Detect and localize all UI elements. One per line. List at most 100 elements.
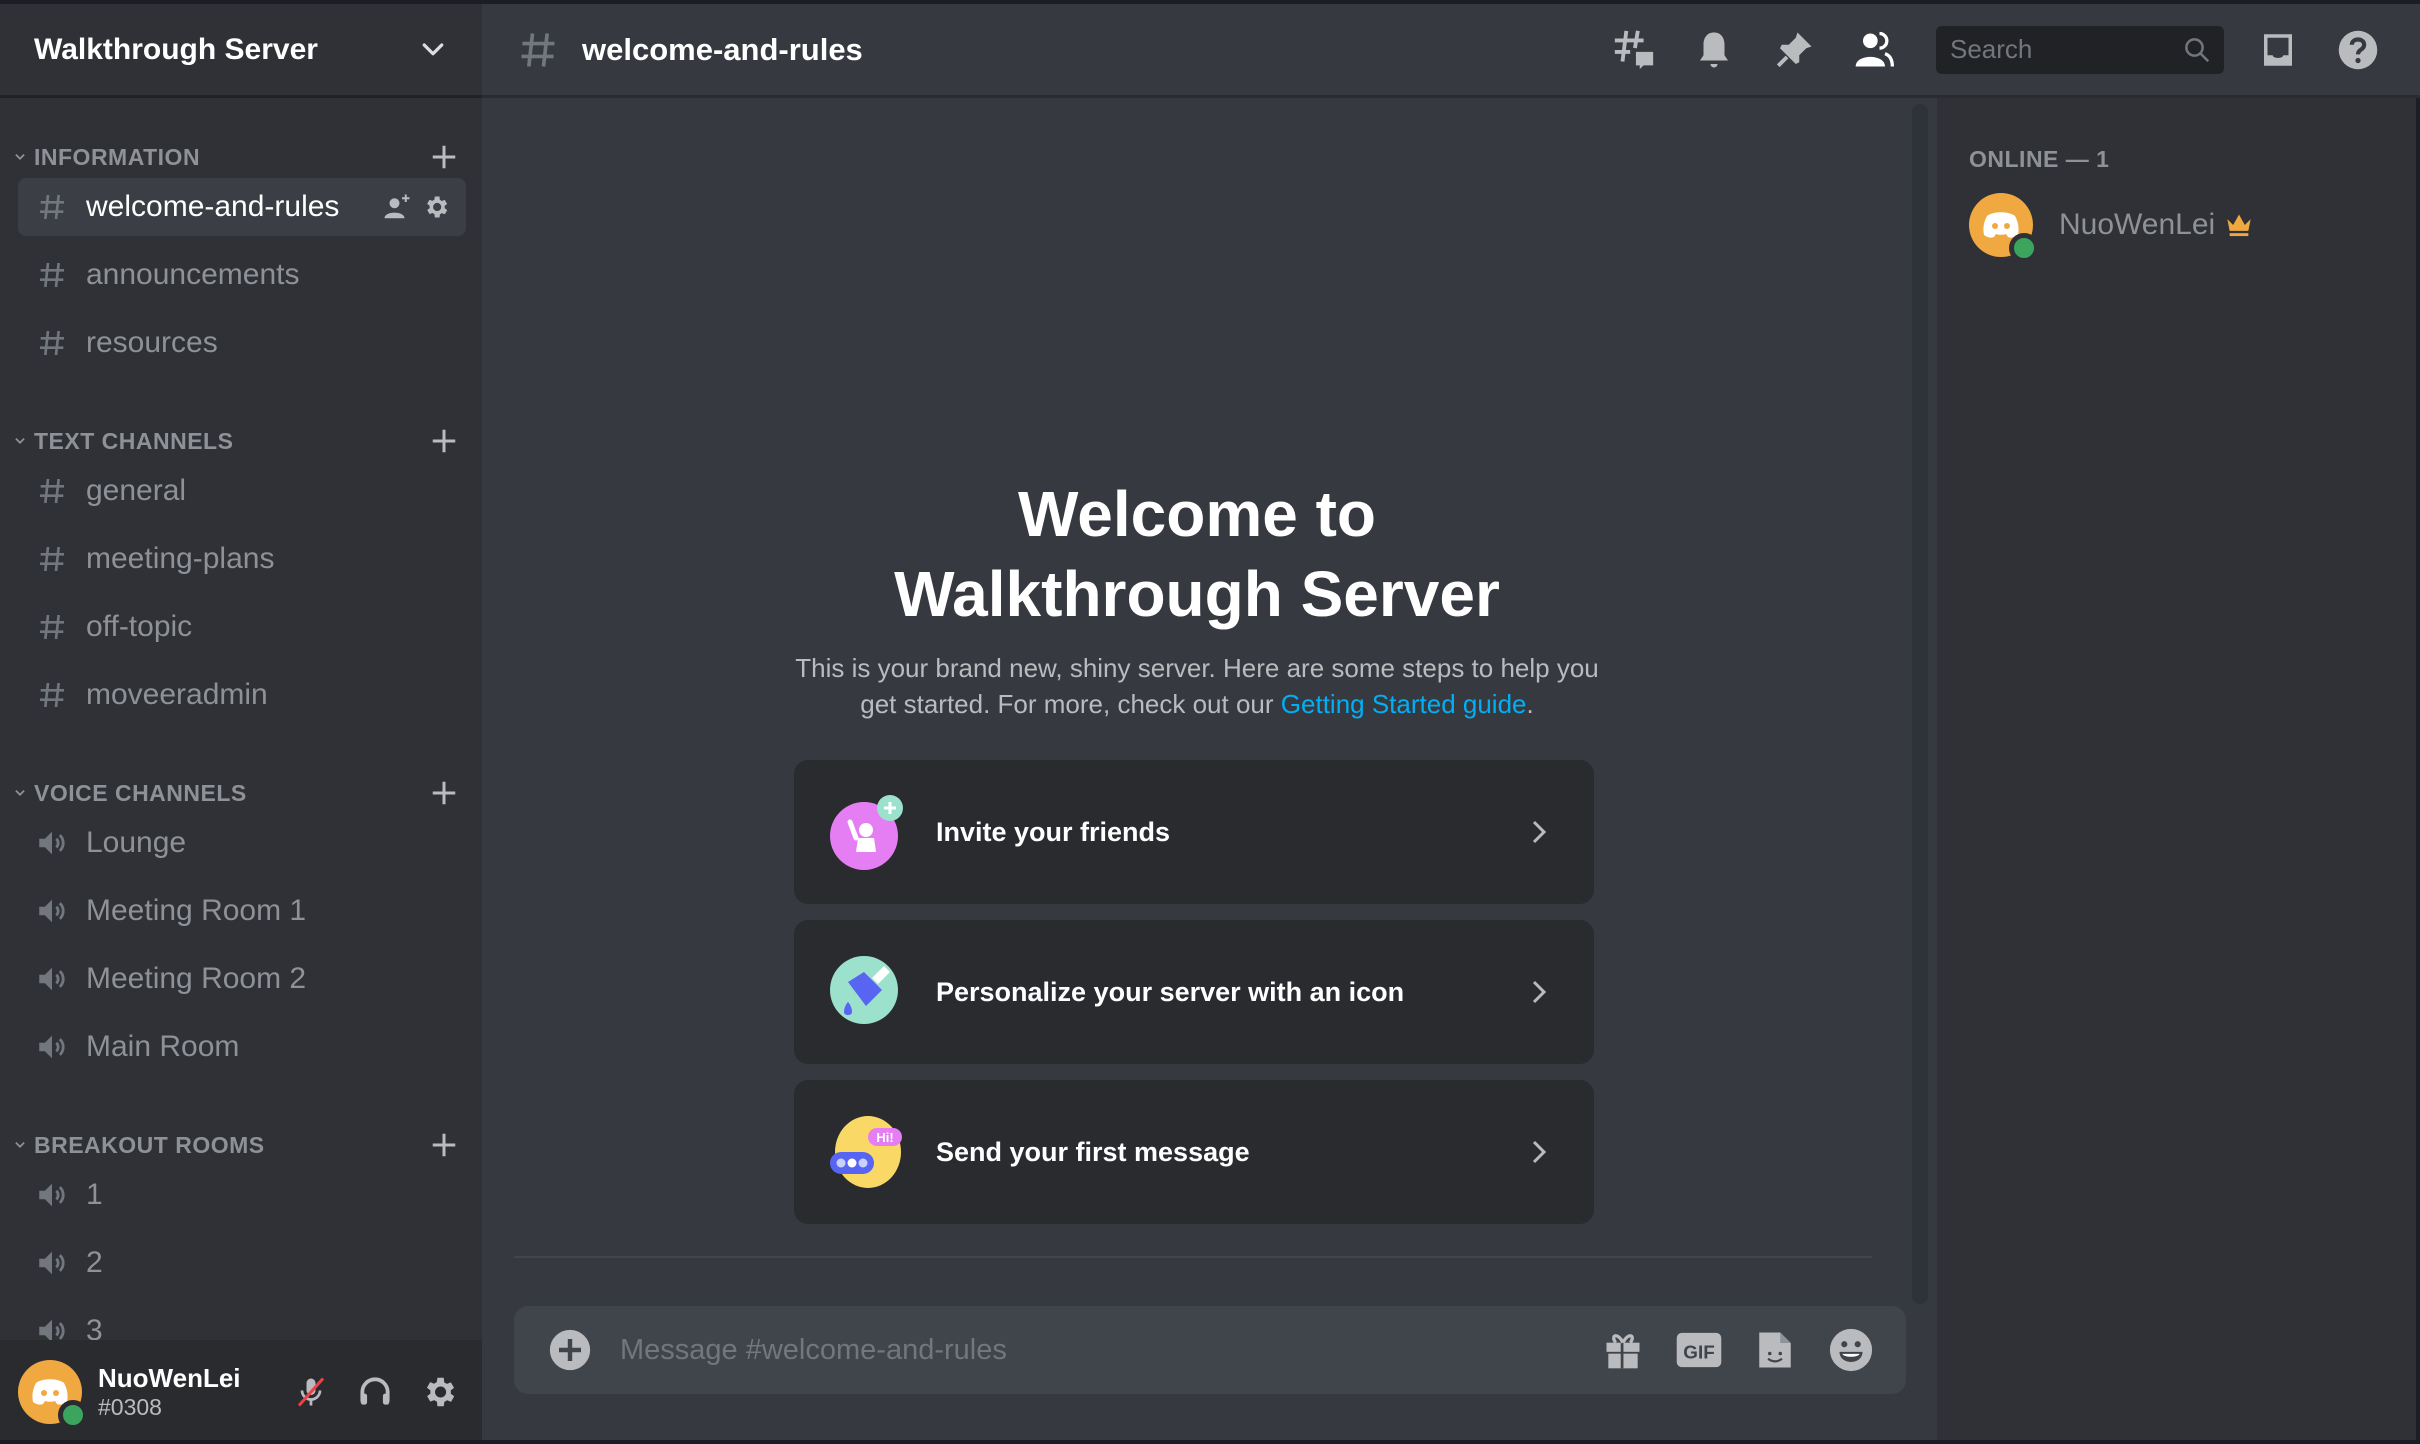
- user-avatar[interactable]: [18, 1360, 88, 1430]
- welcome-title-line2: Walkthrough Server: [894, 558, 1500, 630]
- speaker-icon: [34, 961, 70, 997]
- user-panel: NuoWenLei #0308: [0, 1340, 482, 1444]
- channel-meeting-room-1[interactable]: Meeting Room 1: [18, 882, 466, 940]
- channel-meeting-room-2[interactable]: Meeting Room 2: [18, 950, 466, 1008]
- gift-button[interactable]: [1598, 1325, 1648, 1375]
- channel-lounge[interactable]: Lounge: [18, 814, 466, 872]
- category-information[interactable]: INFORMATION: [0, 132, 482, 182]
- threads-icon: [1614, 30, 1654, 69]
- member-name: NuoWenLei: [2059, 208, 2216, 241]
- server-name: Walkthrough Server: [34, 32, 318, 66]
- category-voice-channels[interactable]: VOICE CHANNELS: [0, 768, 482, 818]
- channel-name: Meeting Room 1: [86, 894, 307, 927]
- channel-name: Meeting Room 2: [86, 962, 307, 995]
- member-list-panel: ONLINE — 1 NuoWenLei: [1937, 98, 2420, 1444]
- emoji-button[interactable]: [1826, 1325, 1876, 1375]
- message-input[interactable]: [618, 1332, 1598, 1368]
- text-channel-hash-icon: [34, 677, 70, 713]
- gif-button[interactable]: GIF: [1674, 1325, 1724, 1375]
- channel-settings-gear-icon[interactable]: [422, 193, 450, 221]
- chat-area: welcome-and-rules Search Welcome to Walk…: [482, 4, 2420, 1444]
- channel-breakout-2[interactable]: 2: [18, 1234, 466, 1292]
- channel-name: 2: [86, 1246, 103, 1279]
- channel-list[interactable]: INFORMATION welcome-and-rules announceme…: [0, 98, 482, 1340]
- threads-button[interactable]: [1594, 20, 1674, 80]
- invite-friends-card[interactable]: Invite your friends: [794, 760, 1594, 904]
- channel-resources[interactable]: resources: [18, 314, 466, 372]
- first-message-icon: Hi!: [830, 1114, 906, 1190]
- inbox-button[interactable]: [2238, 20, 2318, 80]
- action-label: Send your first message: [936, 1136, 1250, 1167]
- welcome-subtitle: This is your brand new, shiny server. He…: [792, 650, 1602, 722]
- category-label: VOICE CHANNELS: [34, 779, 247, 806]
- mute-microphone-button[interactable]: [286, 1367, 336, 1417]
- category-breakout-rooms[interactable]: BREAKOUT ROOMS: [0, 1120, 482, 1170]
- sticker-icon: [1759, 1332, 1791, 1368]
- text-channel-hash-icon: [34, 189, 70, 225]
- notification-settings-button[interactable]: [1674, 20, 1754, 80]
- category-label: TEXT CHANNELS: [34, 427, 234, 454]
- channel-general[interactable]: general: [18, 462, 466, 520]
- add-channel-icon[interactable]: [426, 139, 462, 175]
- search-input[interactable]: [1948, 33, 2182, 66]
- headphones-icon: [360, 1377, 390, 1405]
- microphone-muted-icon: [297, 1377, 325, 1407]
- notification-bell-icon: [1700, 32, 1728, 67]
- welcome-title-line1: Welcome to: [1018, 478, 1376, 550]
- action-label: Personalize your server with an icon: [936, 976, 1405, 1007]
- channel-sidebar: Walkthrough Server INFORMATION welcome-a…: [0, 4, 482, 1444]
- channel-name: announcements: [86, 258, 300, 291]
- channel-title: welcome-and-rules: [582, 31, 863, 67]
- getting-started-guide-link[interactable]: Getting Started guide: [1281, 689, 1527, 719]
- channel-off-topic[interactable]: off-topic: [18, 598, 466, 656]
- online-status-dot: [58, 1400, 88, 1430]
- category-text-channels[interactable]: TEXT CHANNELS: [0, 416, 482, 466]
- message-composer: GIF: [514, 1306, 1906, 1394]
- channel-moveeradmin[interactable]: moveeradmin: [18, 666, 466, 724]
- pinned-messages-button[interactable]: [1754, 20, 1834, 80]
- user-settings-button[interactable]: [414, 1367, 464, 1417]
- chevron-down-icon: [422, 42, 444, 55]
- chevron-right-icon: [1532, 820, 1547, 844]
- add-attachment-icon[interactable]: [548, 1328, 592, 1372]
- search-icon: [2185, 37, 2210, 62]
- gift-icon: [1606, 1334, 1640, 1369]
- text-channel-hash-icon: [34, 473, 70, 509]
- channel-breakout-3[interactable]: 3: [18, 1302, 466, 1340]
- chat-scrollbar[interactable]: [1912, 104, 1928, 1304]
- channel-welcome-and-rules[interactable]: welcome-and-rules: [18, 178, 466, 236]
- gear-icon: [426, 1377, 455, 1407]
- channel-name: moveeradmin: [86, 678, 268, 711]
- personalize-server-card[interactable]: Personalize your server with an icon: [794, 920, 1594, 1064]
- channel-main-room[interactable]: Main Room: [18, 1018, 466, 1076]
- gif-label: GIF: [1683, 1342, 1714, 1363]
- deafen-button[interactable]: [350, 1367, 400, 1417]
- create-invite-icon[interactable]: [382, 192, 412, 222]
- channel-meeting-plans[interactable]: meeting-plans: [18, 530, 466, 588]
- add-channel-icon[interactable]: [426, 1127, 462, 1163]
- channel-name: general: [86, 474, 187, 507]
- category-collapse-icon: [10, 1138, 30, 1152]
- sticker-button[interactable]: [1750, 1325, 1800, 1375]
- category-collapse-icon: [10, 786, 30, 800]
- search-box[interactable]: [1936, 25, 2224, 74]
- server-header-button[interactable]: Walkthrough Server: [0, 4, 482, 98]
- text-channel-hash-icon: [521, 32, 555, 67]
- hi-badge: Hi!: [876, 1130, 893, 1145]
- online-members-heading: ONLINE — 1: [1969, 146, 2110, 172]
- speaker-icon: [34, 1029, 70, 1065]
- channel-breakout-1[interactable]: 1: [18, 1166, 466, 1224]
- text-channel-hash-icon: [34, 257, 70, 293]
- member-list-toggle-button[interactable]: [1834, 20, 1914, 80]
- channel-name: 3: [86, 1314, 103, 1340]
- help-button[interactable]: [2318, 20, 2398, 80]
- send-first-message-card[interactable]: Hi! Send your first message: [794, 1080, 1594, 1224]
- add-channel-icon[interactable]: [426, 775, 462, 811]
- speaker-icon: [34, 893, 70, 929]
- text-channel-hash-icon: [34, 609, 70, 645]
- category-collapse-icon: [10, 150, 30, 164]
- member-item[interactable]: NuoWenLei: [1969, 190, 2389, 263]
- channel-announcements[interactable]: announcements: [18, 246, 466, 304]
- chevron-right-icon: [1532, 1140, 1547, 1164]
- add-channel-icon[interactable]: [426, 423, 462, 459]
